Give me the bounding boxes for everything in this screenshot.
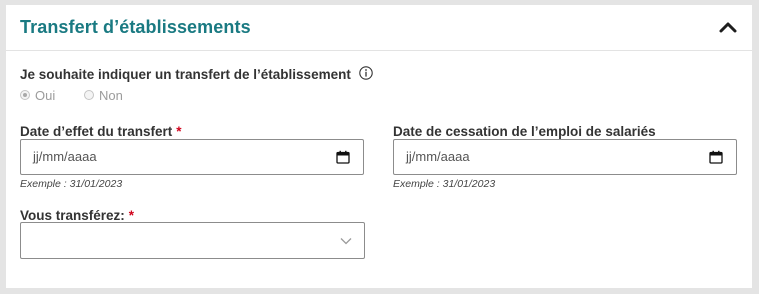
calendar-icon[interactable] (336, 150, 350, 164)
section-header[interactable]: Transfert d’établissements (6, 5, 752, 51)
cessation-date-input[interactable]: jj/mm/aaaa (393, 139, 737, 175)
transfer-select-label: Vous transférez: * (20, 208, 134, 223)
radio-option-non[interactable]: Non (84, 87, 123, 103)
calendar-icon[interactable] (709, 150, 723, 164)
required-marker: * (128, 208, 135, 223)
section-title: Transfert d’établissements (20, 17, 251, 37)
effective-date-label-text: Date d’effet du transfert (20, 124, 173, 139)
radio-button-non[interactable] (84, 90, 94, 100)
effective-date-hint: Exemple : 31/01/2023 (20, 178, 123, 190)
effective-date-input[interactable]: jj/mm/aaaa (20, 139, 364, 175)
cessation-date-label: Date de cessation de l’emploi de salarié… (393, 124, 656, 139)
chevron-up-icon[interactable] (718, 20, 738, 34)
transfer-select-dropdown[interactable] (20, 222, 365, 259)
effective-date-label: Date d’effet du transfert * (20, 124, 182, 139)
required-marker: * (176, 124, 182, 139)
transfer-section-panel: Transfert d’établissements Je souhaite i… (6, 5, 752, 288)
info-icon[interactable] (359, 66, 373, 80)
transfer-select-label-text: Vous transférez: (20, 208, 125, 223)
radio-option-oui[interactable]: Oui (20, 87, 55, 103)
cessation-date-placeholder: jj/mm/aaaa (406, 149, 470, 164)
transfer-question-label: Je souhaite indiquer un transfert de l’é… (20, 67, 351, 82)
radio-label-oui: Oui (35, 87, 56, 103)
radio-label-non: Non (99, 87, 123, 103)
chevron-down-icon (340, 238, 352, 245)
effective-date-placeholder: jj/mm/aaaa (33, 149, 97, 164)
cessation-date-hint: Exemple : 31/01/2023 (393, 178, 496, 190)
radio-button-oui[interactable] (20, 90, 30, 100)
